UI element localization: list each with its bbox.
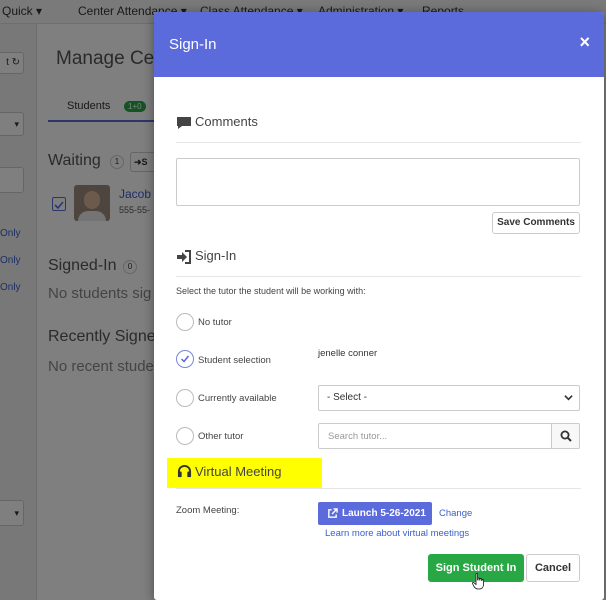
change-meeting-link[interactable]: Change: [439, 508, 472, 519]
check-icon: [180, 355, 190, 363]
sign-in-modal: Sign-In × Comments Save Comments Sign-In…: [154, 12, 604, 600]
cancel-button[interactable]: Cancel: [526, 554, 580, 582]
radio-student-selection[interactable]: [176, 350, 194, 368]
launch-meeting-button[interactable]: Launch 5-26-2021: [318, 502, 432, 525]
search-icon: [560, 430, 572, 442]
save-comments-button[interactable]: Save Comments: [492, 212, 580, 234]
search-tutor-input[interactable]: [318, 423, 552, 449]
comment-icon: [177, 117, 191, 129]
radio-label-other-tutor: Other tutor: [198, 431, 244, 442]
available-tutor-select[interactable]: - Select -: [318, 385, 580, 411]
radio-other-tutor[interactable]: [176, 427, 194, 445]
sign-in-section-header: Sign-In: [176, 247, 581, 277]
chevron-down-icon: [564, 395, 573, 401]
comments-section-header: Comments: [176, 113, 581, 143]
radio-label-currently-available: Currently available: [198, 393, 277, 404]
close-icon[interactable]: ×: [579, 32, 590, 53]
available-tutor-select-value: - Select -: [327, 392, 368, 403]
learn-more-virtual-meetings-link[interactable]: Learn more about virtual meetings: [325, 528, 469, 539]
radio-label-no-tutor: No tutor: [198, 317, 232, 328]
launch-meeting-label: Launch 5-26-2021: [342, 508, 426, 519]
radio-label-student-selection: Student selection: [198, 355, 271, 366]
radio-currently-available[interactable]: [176, 389, 194, 407]
external-link-icon: [328, 508, 338, 518]
zoom-meeting-label: Zoom Meeting:: [176, 505, 240, 516]
virtual-meeting-divider: [176, 488, 581, 489]
sign-in-icon: [177, 250, 191, 264]
tutor-instruction: Select the tutor the student will be wor…: [176, 286, 366, 296]
modal-title: Sign-In: [169, 36, 217, 53]
selected-tutor-name: jenelle conner: [318, 348, 378, 359]
modal-header: Sign-In ×: [154, 12, 604, 77]
search-tutor-button[interactable]: [551, 423, 580, 449]
hand-cursor-icon: [472, 573, 484, 590]
sign-in-heading: Sign-In: [195, 248, 237, 263]
virtual-meeting-heading: Virtual Meeting: [195, 464, 282, 479]
radio-no-tutor[interactable]: [176, 313, 194, 331]
headset-icon: [177, 465, 192, 478]
comments-heading: Comments: [195, 114, 258, 129]
comments-textarea[interactable]: [176, 158, 580, 206]
